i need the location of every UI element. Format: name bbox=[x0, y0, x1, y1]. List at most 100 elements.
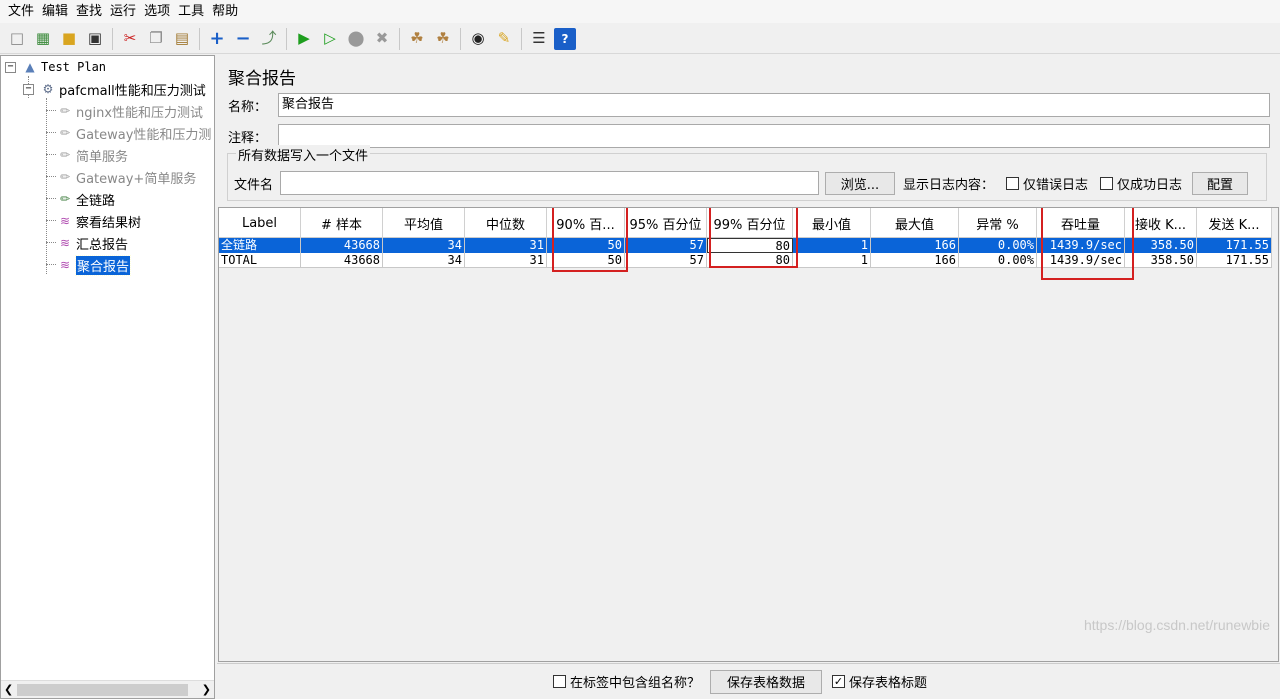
table-cell: 57 bbox=[625, 253, 707, 268]
save-table-header-checkbox[interactable]: ✓ bbox=[832, 675, 846, 688]
templates-icon[interactable]: ▦ bbox=[32, 28, 54, 50]
table-cell: 31 bbox=[465, 238, 547, 253]
tree-node-simple-service[interactable]: ✏ 简单服务 bbox=[57, 145, 128, 165]
function-helper-icon[interactable]: ☰ bbox=[528, 28, 550, 50]
scrollbar-thumb[interactable] bbox=[17, 683, 188, 696]
tree-node-label: pafcmall性能和压力测试 bbox=[59, 83, 206, 99]
column-header-samples[interactable]: # 样本 bbox=[301, 208, 383, 238]
menu-help[interactable]: 帮助 bbox=[208, 0, 242, 23]
tree-guide-line bbox=[46, 220, 56, 221]
menu-bar: 文件 编辑 查找 运行 选项 工具 帮助 bbox=[0, 0, 1280, 23]
menu-options[interactable]: 选项 bbox=[140, 0, 174, 23]
comment-field[interactable] bbox=[278, 124, 1270, 148]
save-icon[interactable]: ▣ bbox=[84, 28, 106, 50]
include-group-name-label: 在标签中包含组名称？ bbox=[570, 676, 701, 691]
column-header-label[interactable]: Label bbox=[219, 208, 301, 238]
browse-button[interactable]: 浏览... bbox=[825, 171, 895, 195]
tree-node-label: Gateway性能和压力测 bbox=[76, 127, 212, 143]
tree-node-label: nginx性能和压力测试 bbox=[76, 105, 204, 121]
table-cell: 171.55 bbox=[1197, 238, 1272, 253]
clear-all-icon[interactable]: ☘ bbox=[432, 28, 454, 50]
column-header-received-kb[interactable]: 接收 K... bbox=[1125, 208, 1197, 238]
tree-node-label: 察看结果树 bbox=[76, 215, 142, 231]
paste-icon[interactable]: ▤ bbox=[171, 28, 193, 50]
pipette-icon: ✏ bbox=[59, 104, 71, 118]
errors-only-checkbox[interactable] bbox=[1006, 176, 1020, 190]
pipette-icon: ✏ bbox=[59, 148, 71, 162]
menu-edit[interactable]: 编辑 bbox=[38, 0, 72, 23]
collapse-icon[interactable]: − bbox=[232, 28, 254, 50]
success-only-checkbox[interactable] bbox=[1100, 176, 1114, 190]
tree-node-aggregate-report[interactable]: ≋ 聚合报告 bbox=[57, 254, 132, 276]
toolbar-separator bbox=[521, 27, 522, 50]
aggregate-report-panel: 聚合报告 名称： 聚合报告 注释： 所有数据写入一个文件 文件名 浏览... 显… bbox=[217, 55, 1280, 699]
scroll-right-icon[interactable]: ❯ bbox=[202, 683, 211, 696]
cut-icon[interactable]: ✂ bbox=[119, 28, 141, 50]
configure-button[interactable]: 配置 bbox=[1192, 171, 1249, 195]
table-cell: 34 bbox=[383, 253, 465, 268]
table-cell: 43668 bbox=[301, 238, 383, 253]
start-icon[interactable]: ▶ bbox=[293, 28, 315, 50]
table-cell: 0.00% bbox=[959, 253, 1037, 268]
menu-search[interactable]: 查找 bbox=[72, 0, 106, 23]
tree-node-full-chain[interactable]: ✏ 全链路 bbox=[57, 189, 115, 209]
help-icon[interactable]: ? bbox=[554, 27, 576, 50]
tree-guide-line bbox=[46, 264, 56, 265]
clear-icon[interactable]: ☘ bbox=[406, 28, 428, 50]
collapse-toggle-icon[interactable]: − bbox=[5, 61, 16, 73]
column-header-average[interactable]: 平均值 bbox=[383, 208, 465, 238]
toolbar: □ ▦ ■ ▣ ✂ ❐ ▤ + − ⤴ ▶ ▷ ⬤ ✖ ☘ ☘ ◉ ✎ ☰ ? bbox=[0, 24, 1280, 54]
filename-field[interactable] bbox=[280, 171, 819, 195]
search-icon[interactable]: ◉ bbox=[467, 28, 489, 50]
tree-node-results-tree[interactable]: ≋ 察看结果树 bbox=[57, 211, 141, 231]
table-cell: 166 bbox=[871, 238, 959, 253]
table-cell: 358.50 bbox=[1125, 253, 1197, 268]
tree-node-test-plan[interactable]: − ▲ Test Plan bbox=[5, 57, 106, 77]
tree-node-nginx[interactable]: ✏ nginx性能和压力测试 bbox=[57, 101, 203, 121]
collapse-toggle-icon[interactable]: − bbox=[23, 83, 34, 95]
column-header-max[interactable]: 最大值 bbox=[871, 208, 959, 238]
success-only-label: 仅成功日志 bbox=[1117, 177, 1183, 193]
tree-guide-line bbox=[46, 132, 56, 133]
toggle-icon[interactable]: ⤴ bbox=[258, 28, 280, 50]
table-cell: 全链路 bbox=[219, 238, 301, 253]
shutdown-icon[interactable]: ✖ bbox=[371, 28, 393, 50]
column-header-sent-kb[interactable]: 发送 K... bbox=[1197, 208, 1272, 238]
menu-run[interactable]: 运行 bbox=[106, 0, 140, 23]
table-cell: 171.55 bbox=[1197, 253, 1272, 268]
expand-icon[interactable]: + bbox=[206, 28, 228, 50]
tree-node-gateway[interactable]: ✏ Gateway性能和压力测 bbox=[57, 123, 211, 143]
column-header-min[interactable]: 最小值 bbox=[793, 208, 871, 238]
scroll-left-icon[interactable]: ❮ bbox=[4, 683, 13, 696]
tree-guide-line bbox=[46, 242, 56, 243]
menu-file[interactable]: 文件 bbox=[4, 0, 38, 23]
tree-node-gateway-simple[interactable]: ✏ Gateway+简单服务 bbox=[57, 167, 196, 187]
start-no-pause-icon[interactable]: ▷ bbox=[319, 28, 341, 50]
toolbar-separator bbox=[399, 27, 400, 50]
tree-node-label: 简单服务 bbox=[76, 149, 129, 165]
tree-node-summary-report[interactable]: ≋ 汇总报告 bbox=[57, 233, 128, 253]
name-field[interactable]: 聚合报告 bbox=[278, 93, 1270, 117]
new-icon[interactable]: □ bbox=[6, 28, 28, 50]
table-cell: 1 bbox=[793, 253, 871, 268]
open-icon[interactable]: ■ bbox=[58, 28, 80, 50]
table-cell: 34 bbox=[383, 238, 465, 253]
save-table-data-button[interactable]: 保存表格数据 bbox=[710, 669, 823, 694]
stop-icon[interactable]: ⬤ bbox=[345, 28, 367, 50]
watermark: https://blog.csdn.net/runewbie bbox=[1083, 617, 1270, 633]
copy-icon[interactable]: ❐ bbox=[145, 28, 167, 50]
menu-tools[interactable]: 工具 bbox=[174, 0, 208, 23]
highlight-box-99-percentile bbox=[709, 208, 798, 268]
toolbar-separator bbox=[112, 27, 113, 50]
comment-label: 注释： bbox=[228, 130, 268, 146]
reset-search-icon[interactable]: ✎ bbox=[493, 28, 515, 50]
column-header-95-percentile[interactable]: 95% 百分位 bbox=[625, 208, 707, 238]
gear-icon: ⚙ bbox=[42, 82, 54, 96]
table-cell: 0.00% bbox=[959, 238, 1037, 253]
column-header-median[interactable]: 中位数 bbox=[465, 208, 547, 238]
tree-guide-line bbox=[46, 154, 56, 155]
include-group-name-checkbox[interactable] bbox=[553, 675, 566, 688]
tree-node-thread-group[interactable]: − ⚙ pafcmall性能和压力测试 bbox=[23, 79, 206, 99]
tree-horizontal-scrollbar[interactable]: ❮ ❯ bbox=[1, 680, 214, 698]
column-header-error-percent[interactable]: 异常 % bbox=[959, 208, 1037, 238]
